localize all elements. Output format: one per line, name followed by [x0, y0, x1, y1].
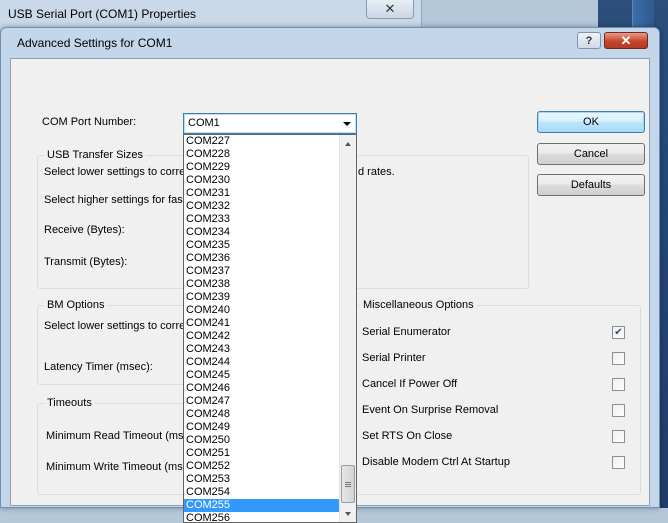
- serial-enumerator-checkbox[interactable]: ✔: [612, 326, 625, 339]
- dropdown-option[interactable]: COM238: [184, 278, 339, 291]
- parent-window-title: USB Serial Port (COM1) Properties: [8, 7, 197, 21]
- dropdown-option[interactable]: COM230: [184, 174, 339, 187]
- serial-printer-label: Serial Printer: [362, 352, 426, 364]
- latency-timer-label: Latency Timer (msec):: [44, 361, 153, 373]
- transmit-label: Transmit (Bytes):: [44, 256, 128, 268]
- dropdown-option[interactable]: COM236: [184, 252, 339, 265]
- dropdown-option[interactable]: COM237: [184, 265, 339, 278]
- cancel-if-power-off-label: Cancel If Power Off: [362, 378, 458, 390]
- dropdown-option[interactable]: COM255: [184, 499, 339, 512]
- dropdown-option[interactable]: COM244: [184, 356, 339, 369]
- help-button[interactable]: ?: [577, 32, 601, 49]
- dropdown-option[interactable]: COM233: [184, 213, 339, 226]
- dropdown-option[interactable]: COM228: [184, 148, 339, 161]
- dropdown-option[interactable]: COM232: [184, 200, 339, 213]
- dropdown-option[interactable]: COM234: [184, 226, 339, 239]
- timeouts-title: Timeouts: [44, 397, 95, 409]
- usb-transfer-desc1: Select lower settings to corre: [44, 166, 186, 178]
- dropdown-option[interactable]: COM251: [184, 447, 339, 460]
- cancel-if-power-off-checkbox[interactable]: [612, 378, 625, 391]
- dropdown-option[interactable]: COM229: [184, 161, 339, 174]
- dropdown-option[interactable]: COM254: [184, 486, 339, 499]
- serial-printer-checkbox[interactable]: [612, 352, 625, 365]
- usb-transfer-desc2: Select higher settings for fas: [44, 194, 183, 206]
- defaults-button-label: Defaults: [570, 179, 612, 191]
- bm-options-title: BM Options: [44, 299, 108, 311]
- dropdown-option[interactable]: COM252: [184, 460, 339, 473]
- ok-button-label: OK: [583, 116, 599, 128]
- cancel-button[interactable]: Cancel: [537, 143, 645, 165]
- com-port-dropdown-list[interactable]: COM227 COM228 COM229 COM230 COM231 COM232 COM2…: [183, 134, 357, 523]
- dialog-title: Advanced Settings for COM1: [17, 36, 173, 50]
- dropdown-option[interactable]: COM235: [184, 239, 339, 252]
- advanced-settings-dialog: Advanced Settings for COM1 ? ✕ COM Port …: [0, 27, 660, 523]
- dialog-client-area: COM Port Number: USB Transfer Sizes Sele…: [10, 58, 650, 523]
- help-icon: ?: [585, 34, 593, 47]
- event-surprise-removal-checkbox[interactable]: [612, 404, 625, 417]
- disable-modem-ctrl-label: Disable Modem Ctrl At Startup: [362, 456, 510, 468]
- scroll-up-button[interactable]: [340, 135, 356, 152]
- dropdown-items: COM227 COM228 COM229 COM230 COM231 COM232 COM2…: [184, 135, 339, 522]
- com-port-label: COM Port Number:: [42, 116, 137, 128]
- dropdown-option[interactable]: COM243: [184, 343, 339, 356]
- usb-transfer-title: USB Transfer Sizes: [44, 149, 146, 161]
- close-icon: ✕: [384, 1, 396, 16]
- dropdown-option[interactable]: COM253: [184, 473, 339, 486]
- dropdown-option[interactable]: COM245: [184, 369, 339, 382]
- receive-label: Receive (Bytes):: [44, 224, 125, 236]
- cancel-button-label: Cancel: [573, 148, 609, 160]
- scroll-down-icon: [345, 511, 351, 516]
- serial-enumerator-label: Serial Enumerator: [362, 326, 451, 338]
- dropdown-option[interactable]: COM247: [184, 395, 339, 408]
- scrollbar-thumb[interactable]: [341, 465, 355, 503]
- bm-options-desc: Select lower settings to corre: [44, 320, 186, 332]
- min-read-timeout-label: Minimum Read Timeout (msec: [46, 430, 196, 442]
- set-rts-on-close-checkbox[interactable]: [612, 430, 625, 443]
- dialog-close-button[interactable]: ✕: [604, 32, 648, 49]
- dropdown-option[interactable]: COM249: [184, 421, 339, 434]
- scroll-up-icon: [345, 141, 351, 146]
- disable-modem-ctrl-checkbox[interactable]: [612, 456, 625, 469]
- misc-options-title: Miscellaneous Options: [360, 299, 477, 311]
- dropdown-scrollbar[interactable]: [339, 135, 356, 522]
- dropdown-option[interactable]: COM246: [184, 382, 339, 395]
- dropdown-option[interactable]: COM231: [184, 187, 339, 200]
- defaults-button[interactable]: Defaults: [537, 174, 645, 196]
- com-port-value: COM1: [188, 117, 220, 129]
- chevron-down-icon[interactable]: [343, 122, 351, 126]
- dropdown-option[interactable]: COM248: [184, 408, 339, 421]
- dropdown-option[interactable]: COM242: [184, 330, 339, 343]
- com-port-select[interactable]: COM1: [183, 113, 357, 134]
- min-write-timeout-label: Minimum Write Timeout (mse: [46, 461, 189, 473]
- dropdown-option[interactable]: COM241: [184, 317, 339, 330]
- dropdown-option[interactable]: COM240: [184, 304, 339, 317]
- dropdown-option[interactable]: COM239: [184, 291, 339, 304]
- checkmark-icon: ✔: [614, 326, 623, 338]
- close-icon: ✕: [620, 32, 632, 48]
- set-rts-on-close-label: Set RTS On Close: [362, 430, 453, 442]
- event-surprise-removal-label: Event On Surprise Removal: [362, 404, 499, 416]
- dropdown-option[interactable]: COM256: [184, 512, 339, 522]
- dropdown-option[interactable]: COM227: [184, 135, 339, 148]
- parent-close-button[interactable]: ✕: [366, 0, 414, 19]
- dropdown-option[interactable]: COM250: [184, 434, 339, 447]
- ok-button[interactable]: OK: [537, 111, 645, 133]
- usb-transfer-desc1-end: d rates.: [358, 166, 395, 178]
